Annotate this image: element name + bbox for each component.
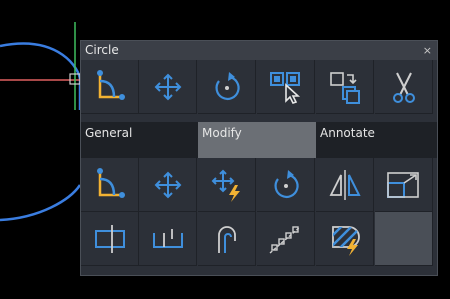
copy-clip-icon [329,71,360,104]
move-button-2[interactable] [139,158,197,212]
move-lightning-button[interactable] [198,158,256,212]
rotate-button[interactable] [198,60,256,114]
hatch-edit-icon [331,225,360,256]
fillet-button-2[interactable] [81,158,139,212]
select-objects-icon [269,71,300,104]
fillet-icon [96,69,125,100]
select-objects-button[interactable] [257,60,315,114]
trim-button[interactable] [139,212,197,266]
rotate-icon [214,71,240,100]
mirror-icon [329,169,361,200]
quick-properties-panel: Circle × General Modify Annotate [80,40,438,276]
move-button[interactable] [139,60,197,114]
array-path-button[interactable] [257,212,315,266]
tab-modify[interactable]: Modify [198,122,316,158]
fillet-button[interactable] [81,60,139,114]
trim-icon [152,228,183,248]
scale-icon [386,171,419,198]
panel-titlebar: Circle × [81,41,437,60]
rotate-button-2[interactable] [257,158,315,212]
empty-cell [375,212,433,266]
panel-title: Circle [85,43,119,57]
close-icon[interactable]: × [423,41,432,60]
scissors-icon [392,72,415,103]
scissors-button[interactable] [375,60,433,114]
move-icon [154,73,181,100]
tab-annotate[interactable]: Annotate [316,122,437,158]
rotate-icon [273,169,299,198]
offset-icon [217,225,236,253]
hatch-edit-button[interactable] [316,212,374,266]
circle-arc-lower [0,184,82,222]
stretch-button[interactable] [81,212,139,266]
fillet-icon [96,167,125,198]
circle-arc [0,42,82,110]
scale-button[interactable] [375,158,433,212]
tab-general[interactable]: General [81,122,198,158]
move-lightning-icon [211,169,240,202]
copy-clip-button[interactable] [316,60,374,114]
move-icon [154,171,181,198]
mirror-button[interactable] [316,158,374,212]
offset-button[interactable] [198,212,256,266]
array-path-icon [269,225,300,254]
stretch-icon [94,224,125,253]
